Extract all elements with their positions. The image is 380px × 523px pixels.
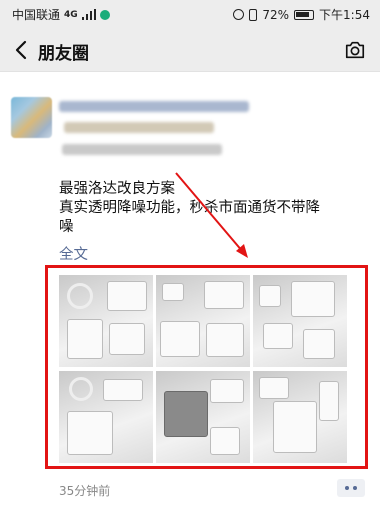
more-actions-button[interactable] <box>337 479 365 497</box>
blurred-text <box>64 122 214 133</box>
full-text-link[interactable]: 全文 <box>59 243 88 264</box>
alarm-icon <box>233 9 245 20</box>
network-label: 4G <box>64 9 78 20</box>
camera-icon[interactable] <box>344 39 366 61</box>
post-photo[interactable] <box>59 275 153 367</box>
blurred-text <box>62 144 222 155</box>
post-text-line: 噪 <box>59 219 74 235</box>
battery-icon <box>294 9 315 20</box>
post-time: 35分钟前 <box>59 484 111 498</box>
page-title: 朋友圈 <box>38 44 89 64</box>
blurred-username[interactable] <box>59 101 249 112</box>
image-grid <box>59 275 347 463</box>
carrier-label: 中国联通 <box>12 8 61 22</box>
post-photo[interactable] <box>253 371 347 463</box>
chevron-left-icon[interactable] <box>10 38 34 62</box>
wechat-status-icon <box>99 9 110 20</box>
post-text-line: 真实透明降噪功能，秒杀市面通货不带降 <box>59 200 320 216</box>
signal-icon <box>81 9 96 20</box>
post-photo[interactable] <box>156 371 250 463</box>
post-content: 最强洛达改良方案 真实透明降噪功能，秒杀市面通货不带降 噪 <box>59 180 369 237</box>
post-photo[interactable] <box>59 371 153 463</box>
vibrate-icon <box>249 8 258 21</box>
post-photo[interactable] <box>156 275 250 367</box>
status-bar: 中国联通 4G 72% 下午1:54 <box>0 0 380 28</box>
post-text-line: 最强洛达改良方案 <box>59 181 175 197</box>
avatar[interactable] <box>11 97 52 138</box>
post-photo[interactable] <box>253 275 347 367</box>
battery-label: 72% <box>262 7 290 22</box>
nav-bar: 朋友圈 <box>0 28 380 72</box>
clock-label: 下午1:54 <box>319 8 370 22</box>
